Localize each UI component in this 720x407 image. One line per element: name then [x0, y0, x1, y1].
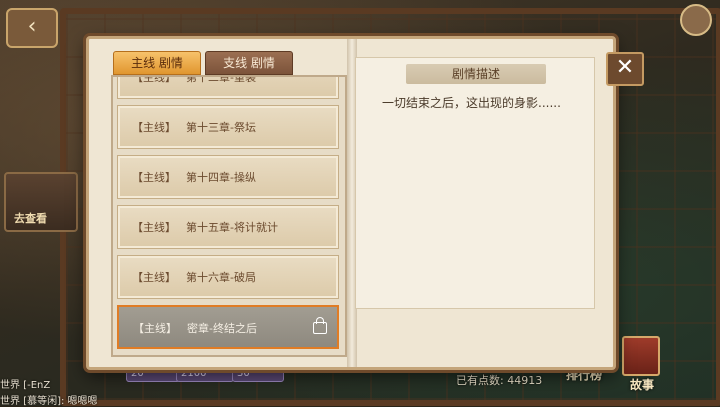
story-tabs: 主线 剧情 支线 剧情	[113, 51, 293, 75]
close-button[interactable]: ✕	[606, 52, 644, 86]
chapter-list[interactable]: 【主线】 第十二章-重袭 【主线】 第十三章-祭坛 【主线】 第十四章-操纵 【主线】…	[111, 75, 347, 357]
left-sign-label: 去查看	[14, 212, 47, 225]
chapter-tag: 【主线】	[132, 75, 176, 84]
chat-line-1: 世界 [-EnZ	[0, 380, 51, 391]
chapter-title: 密章-终结之后	[187, 322, 257, 335]
tab-side-story[interactable]: 支线 剧情	[205, 51, 293, 75]
chapter-item-13[interactable]: 【主线】 第十三章-祭坛	[117, 105, 339, 149]
close-icon: ✕	[615, 55, 635, 80]
chapter-title: 第十四章-操纵	[186, 171, 256, 184]
chapter-item-14[interactable]: 【主线】 第十四章-操纵	[117, 155, 339, 199]
chapter-item-secret[interactable]: 【主线】 密章-终结之后	[117, 305, 339, 349]
points-label: 已有点数: 44913	[456, 374, 543, 387]
chapter-title: 第十六章-破局	[186, 271, 256, 284]
chat-line-2: 世界 [慕等闲]: 嗯嗯嗯	[0, 396, 98, 407]
story-book-icon[interactable]	[622, 336, 660, 376]
description-title: 剧情描述	[406, 64, 546, 84]
story-label[interactable]: 故事	[624, 372, 660, 398]
chapter-tag: 【主线】	[132, 271, 176, 284]
lock-icon	[313, 317, 327, 334]
tab-main-story[interactable]: 主线 剧情	[113, 51, 201, 75]
chapter-item-16[interactable]: 【主线】 第十六章-破局	[117, 255, 339, 299]
chapter-tag: 【主线】	[132, 121, 176, 134]
chapter-item-15[interactable]: 【主线】 第十五章-将计就计	[117, 205, 339, 249]
chapter-title: 第十二章-重袭	[186, 75, 256, 84]
settings-button[interactable]	[680, 4, 712, 36]
description-text: 一切结束之后，这出现的身影......	[382, 96, 561, 110]
left-sign[interactable]: 去查看	[4, 172, 78, 232]
chapter-item-12[interactable]: 【主线】 第十二章-重袭	[117, 75, 339, 99]
back-button[interactable]: ‹	[6, 8, 58, 48]
chapter-title: 第十五章-将计就计	[186, 221, 278, 234]
chapter-title: 第十三章-祭坛	[186, 121, 256, 134]
back-arrow-icon: ‹	[27, 14, 37, 39]
description-panel: 剧情描述 一切结束之后，这出现的身影......	[355, 57, 595, 309]
chapter-tag: 【主线】	[132, 221, 176, 234]
story-book-panel: 主线 剧情 支线 剧情 【主线】 第十二章-重袭 【主线】 第十三章-祭坛 【主线】…	[86, 36, 616, 370]
chapter-tag: 【主线】	[133, 322, 177, 335]
chapter-tag: 【主线】	[132, 171, 176, 184]
